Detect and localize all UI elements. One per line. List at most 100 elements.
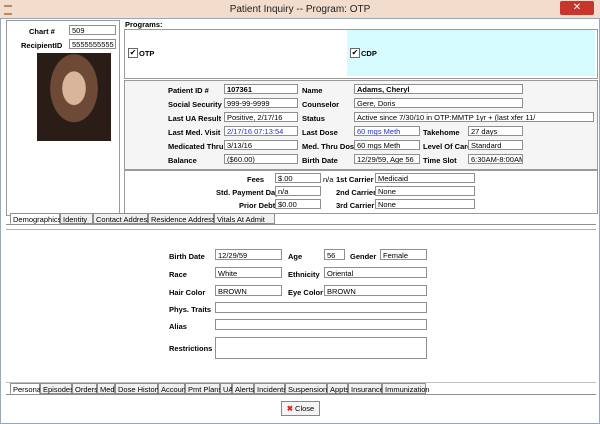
level-of-care-field[interactable]: Standard: [468, 140, 523, 150]
tab-orders[interactable]: Orders: [72, 383, 98, 394]
fees-suffix: n/a: [323, 175, 334, 184]
last-ua-label: Last UA Result: [168, 114, 222, 123]
status-label: Status: [302, 114, 325, 123]
demo-hair-label: Hair Color: [169, 288, 206, 297]
last-dose-field[interactable]: 60 mgs Meth: [354, 126, 420, 136]
tab-personal[interactable]: Personal: [10, 383, 43, 394]
programs-label: Programs:: [125, 20, 163, 29]
demo-age-label: Age: [288, 252, 303, 261]
tab-ua[interactable]: UA: [220, 383, 233, 394]
demo-restrictions-label: Restrictions: [169, 344, 213, 353]
demo-eye-field[interactable]: BROWN: [324, 285, 427, 296]
med-thru-dose-field[interactable]: 60 mgs Meth: [354, 140, 420, 150]
tab-suspensions[interactable]: Suspensions: [285, 383, 331, 394]
counselor-field[interactable]: Gere, Doris: [354, 98, 523, 108]
tab-appts[interactable]: Appts: [327, 383, 349, 394]
birth-date-field[interactable]: 12/29/59, Age 56: [354, 154, 420, 164]
demo-alias-field[interactable]: [215, 319, 427, 330]
takehome-field[interactable]: 27 days: [468, 126, 523, 136]
tab-identity[interactable]: Identity: [60, 213, 93, 224]
ssn-field[interactable]: 999-99-9999: [224, 98, 298, 108]
patient-id-field[interactable]: 107361: [224, 84, 298, 94]
title-bar: Patient Inquiry -- Program: OTP ✕: [0, 0, 600, 19]
time-slot-label: Time Slot: [423, 156, 457, 165]
tab-alerts[interactable]: Alerts: [232, 383, 254, 394]
std-payment-label: Std. Payment Day: [216, 188, 280, 197]
carrier2-field[interactable]: None: [375, 186, 475, 196]
demo-restrictions-field[interactable]: [215, 337, 427, 359]
window-title: Patient Inquiry -- Program: OTP: [229, 4, 371, 15]
last-ua-field[interactable]: Positive, 2/17/16: [224, 112, 298, 122]
tab-vitals-at-admit[interactable]: Vitals At Admit: [214, 213, 275, 224]
footer-divider: [6, 394, 596, 395]
medicated-thru-label: Medicated Thru: [168, 142, 224, 151]
std-payment-field[interactable]: n/a: [275, 186, 321, 196]
panel-divider: [6, 229, 596, 230]
fees-field[interactable]: $.00: [275, 173, 321, 183]
fees-label: Fees: [247, 175, 265, 184]
recipient-label: RecipientID: [21, 41, 63, 50]
tab-demographics[interactable]: Demographics: [10, 213, 61, 224]
tab-meds[interactable]: Meds: [97, 383, 118, 394]
level-of-care-label: Level Of Care: [423, 142, 472, 151]
tab-insurance[interactable]: Insurance: [348, 383, 384, 394]
program-cdp-checkbox[interactable]: ✔: [350, 48, 360, 58]
window-close-button[interactable]: ✕: [560, 1, 594, 15]
lower-tab-strip: Personal Episodes Orders Meds Dose Histo…: [10, 383, 430, 394]
chart-label: Chart #: [29, 27, 55, 36]
demo-birth-date-field[interactable]: 12/29/59: [215, 249, 282, 260]
prior-debt-label: Prior Debt: [239, 201, 276, 210]
demo-traits-field[interactable]: [215, 302, 427, 313]
demo-gender-label: Gender: [350, 252, 377, 261]
carrier1-label: 1st Carrier: [336, 175, 374, 184]
takehome-label: Takehome: [423, 128, 460, 137]
chart-field[interactable]: 509: [69, 25, 116, 35]
tab-pmt-plans[interactable]: Pmt Plans: [185, 383, 222, 394]
close-button[interactable]: ✖ Close: [281, 401, 320, 416]
tab-account[interactable]: Account: [158, 383, 188, 394]
tab-incidents[interactable]: Incidents: [254, 383, 287, 394]
balance-label: Balance: [168, 156, 197, 165]
close-button-label: Close: [295, 404, 315, 413]
name-field[interactable]: Adams, Cheryl: [354, 84, 523, 94]
time-slot-field[interactable]: 6:30AM-8:00AM: [468, 154, 523, 164]
tab-immunization[interactable]: Immunization: [382, 383, 430, 394]
last-dose-label: Last Dose: [302, 128, 338, 137]
upper-tab-strip: Demographics Identity Contact Address Re…: [10, 213, 310, 224]
demo-ethnicity-field[interactable]: Oriental: [324, 267, 427, 278]
recipient-field[interactable]: 5555555555: [69, 39, 116, 49]
prior-debt-field[interactable]: $0.00: [275, 199, 321, 209]
ssn-label: Social Security #: [168, 100, 229, 109]
demo-hair-field[interactable]: BROWN: [215, 285, 282, 296]
demo-age-field[interactable]: 56: [324, 249, 345, 260]
carrier2-label: 2nd Carrier: [336, 188, 377, 197]
name-label: Name: [302, 86, 323, 95]
carrier3-label: 3rd Carrier: [336, 201, 375, 210]
demo-eye-label: Eye Color: [288, 288, 324, 297]
medicated-thru-field[interactable]: 3/13/16: [224, 140, 298, 150]
last-med-visit-label: Last Med. Visit: [168, 128, 221, 137]
status-field[interactable]: Active since 7/30/10 in OTP:MMTP 1yr + (…: [354, 112, 594, 122]
demo-race-field[interactable]: White: [215, 267, 282, 278]
demo-alias-label: Alias: [169, 322, 187, 331]
counselor-label: Counselor: [302, 100, 340, 109]
program-otp-label: OTP: [139, 49, 155, 58]
patient-id-label: Patient ID #: [168, 86, 209, 95]
balance-field[interactable]: ($60.00): [224, 154, 298, 164]
program-cdp-highlight: [347, 30, 595, 76]
demo-race-label: Race: [169, 270, 187, 279]
carrier3-field[interactable]: None: [375, 199, 475, 209]
tab-episodes[interactable]: Episodes: [40, 383, 74, 394]
close-icon: ✖: [286, 404, 294, 413]
patient-photo: [37, 53, 111, 141]
tab-dose-history[interactable]: Dose History: [115, 383, 161, 394]
carrier1-field[interactable]: Medicaid: [375, 173, 475, 183]
program-otp-checkbox[interactable]: ✔: [128, 48, 138, 58]
program-cdp-label: CDP: [361, 49, 377, 58]
last-med-visit-field[interactable]: 2/17/16 07:13:54: [224, 126, 298, 136]
tab-residence-address[interactable]: Residence Address: [148, 213, 216, 224]
tab-contact-address[interactable]: Contact Address: [93, 213, 151, 224]
demo-birth-date-label: Birth Date: [169, 252, 205, 261]
demo-traits-label: Phys. Traits: [169, 305, 212, 314]
demo-gender-field[interactable]: Female: [380, 249, 427, 260]
